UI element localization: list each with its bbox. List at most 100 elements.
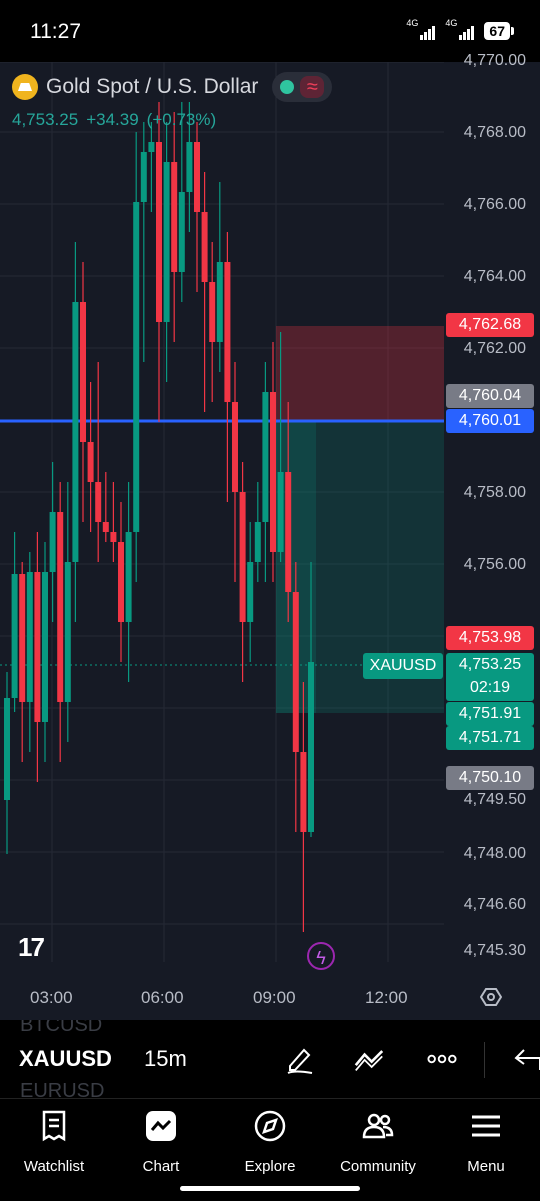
candle-body bbox=[80, 302, 86, 442]
nav-explore[interactable]: Explore bbox=[220, 1109, 320, 1175]
candle-body bbox=[42, 572, 48, 722]
candle-body bbox=[232, 402, 238, 492]
candle-body bbox=[57, 512, 64, 702]
network-type-1: 4G bbox=[406, 18, 419, 28]
candle-body bbox=[178, 192, 185, 272]
nav-community[interactable]: Community bbox=[328, 1109, 428, 1175]
pencil-icon[interactable] bbox=[285, 1044, 315, 1074]
battery-icon: 67 bbox=[484, 22, 514, 40]
timeframe-button[interactable]: 15m bbox=[144, 1046, 187, 1072]
x-label: 09:00 bbox=[253, 988, 296, 1007]
more-icon[interactable] bbox=[427, 1044, 457, 1074]
symbol-title[interactable]: Gold Spot / U.S. Dollar bbox=[46, 75, 258, 99]
candle-body bbox=[87, 442, 94, 482]
candle-body bbox=[11, 574, 18, 698]
current-price: 4,753.25 bbox=[458, 656, 522, 673]
candle-body bbox=[209, 282, 216, 342]
last-price: 4,753.25 bbox=[12, 110, 79, 129]
status-time: 11:27 bbox=[30, 20, 81, 43]
nav-chart[interactable]: Chart bbox=[111, 1109, 211, 1175]
symbol-header[interactable]: Gold Spot / U.S. Dollar ≈ bbox=[12, 72, 333, 102]
x-label: 03:00 bbox=[30, 988, 73, 1007]
entry-price-tag[interactable]: 4,760.01 bbox=[446, 409, 534, 433]
indicator-toggle[interactable]: ≈ bbox=[272, 72, 333, 102]
chart-area[interactable] bbox=[0, 62, 540, 1020]
y-label: 4,766.00 bbox=[463, 196, 526, 213]
candle-body bbox=[4, 698, 10, 800]
price-change: +34.39 bbox=[86, 110, 139, 129]
ask-price-tag: 4,760.04 bbox=[446, 384, 534, 408]
bar-countdown: 02:19 bbox=[469, 679, 511, 696]
gold-logo-icon bbox=[12, 74, 38, 100]
settings-icon[interactable] bbox=[480, 986, 502, 1008]
candle-body bbox=[19, 574, 26, 702]
candle-body bbox=[194, 142, 200, 212]
price-change-pct: (+0.73%) bbox=[146, 110, 217, 129]
stop-loss-zone bbox=[276, 326, 444, 421]
market-open-icon bbox=[280, 80, 295, 94]
y-label: 4,758.00 bbox=[463, 484, 526, 501]
community-icon bbox=[362, 1113, 394, 1139]
candle-body bbox=[247, 562, 254, 622]
candlestick-chart[interactable] bbox=[0, 62, 540, 1020]
watchlist-icon bbox=[42, 1110, 66, 1142]
take-profit-tag-2[interactable]: 4,751.71 bbox=[446, 726, 534, 750]
candle-body bbox=[262, 392, 269, 522]
nav-label: Explore bbox=[244, 1158, 296, 1175]
candle-body bbox=[224, 262, 231, 402]
network-type-2: 4G bbox=[445, 18, 458, 28]
candle-body bbox=[300, 752, 307, 832]
candle-body bbox=[148, 142, 155, 152]
previous-symbol[interactable]: BTCUSD bbox=[20, 1020, 102, 1037]
y-label: 4,756.00 bbox=[463, 556, 526, 573]
y-label: 4,745.30 bbox=[463, 942, 526, 959]
candle-body bbox=[133, 202, 140, 532]
symbol-button[interactable]: XAUUSD bbox=[19, 1046, 112, 1072]
y-label: 4,748.00 bbox=[463, 845, 526, 862]
candle-body bbox=[156, 142, 162, 322]
menu-icon bbox=[472, 1115, 500, 1137]
nav-label: Menu bbox=[467, 1158, 505, 1175]
compass-icon bbox=[254, 1110, 286, 1142]
stop-loss-tag[interactable]: 4,762.68 bbox=[446, 313, 534, 337]
signal-icon-2: 4G bbox=[445, 18, 475, 40]
drawing-tools-icon[interactable] bbox=[354, 1044, 384, 1074]
candle-body bbox=[163, 162, 170, 322]
candle-body bbox=[49, 512, 56, 572]
high-price-tag: 4,753.98 bbox=[446, 626, 534, 650]
low-price-tag: 4,750.10 bbox=[446, 766, 534, 790]
take-profit-tag-1[interactable]: 4,751.91 bbox=[446, 702, 534, 726]
price-summary: 4,753.25 +34.39 (+0.73%) bbox=[12, 110, 216, 130]
status-bar: 11:27 4G 4G 67 bbox=[0, 0, 540, 62]
candle-body bbox=[72, 302, 79, 562]
candle-body bbox=[64, 562, 71, 702]
signal-icon: 4G bbox=[406, 18, 436, 40]
y-label: 4,762.00 bbox=[463, 340, 526, 357]
candle-body bbox=[216, 262, 223, 342]
candle-body bbox=[125, 532, 132, 622]
candle-body bbox=[171, 162, 178, 272]
candle-body bbox=[34, 572, 41, 722]
x-label: 06:00 bbox=[141, 988, 184, 1007]
flash-icon[interactable]: ϟ bbox=[307, 942, 335, 970]
nav-menu[interactable]: Menu bbox=[436, 1109, 536, 1175]
chart-toolbar: BTCUSD XAUUSD 15m EURUSD bbox=[0, 1020, 540, 1098]
y-label: 4,764.00 bbox=[463, 268, 526, 285]
undo-icon[interactable] bbox=[512, 1044, 540, 1074]
candle-body bbox=[277, 472, 284, 552]
chart-icon bbox=[146, 1111, 176, 1141]
y-label: 4,768.00 bbox=[463, 124, 526, 141]
candle-body bbox=[140, 152, 147, 202]
candle-body bbox=[285, 472, 292, 592]
nav-label: Community bbox=[340, 1158, 416, 1175]
candle-body bbox=[95, 482, 102, 522]
candle-body bbox=[292, 592, 299, 752]
candle-body bbox=[118, 542, 124, 622]
nav-watchlist[interactable]: Watchlist bbox=[4, 1109, 104, 1175]
candle-body bbox=[239, 492, 246, 622]
candle-body bbox=[201, 212, 208, 282]
x-label: 12:00 bbox=[365, 988, 408, 1007]
next-symbol[interactable]: EURUSD bbox=[20, 1080, 104, 1098]
candle-body bbox=[110, 532, 117, 542]
status-icons: 4G 4G 67 bbox=[406, 18, 514, 40]
